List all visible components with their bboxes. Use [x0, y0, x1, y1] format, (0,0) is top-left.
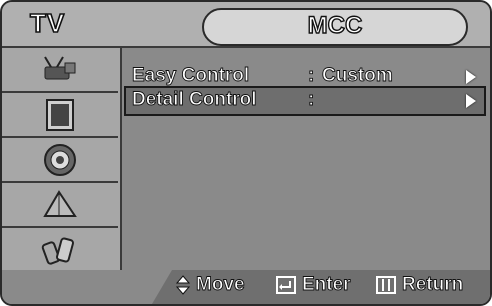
antenna-input-icon — [44, 55, 76, 79]
sidebar-item-channel[interactable] — [2, 183, 118, 228]
sidebar-item-setup[interactable] — [2, 228, 118, 271]
setup-tools-icon — [41, 236, 74, 265]
chevron-right-icon — [466, 70, 476, 84]
menu-item-detail-control[interactable]: Detail Control : — [124, 86, 486, 116]
menu-item-label: Detail Control — [132, 89, 257, 111]
menu-header: TV MCC — [2, 2, 490, 48]
speaker-sound-icon — [44, 143, 76, 176]
enter-icon — [276, 276, 296, 294]
picture-frame-icon — [46, 98, 74, 131]
sidebar-item-input[interactable] — [2, 48, 118, 93]
sidebar-item-sound[interactable] — [2, 138, 118, 183]
footer-return: Return — [376, 274, 464, 296]
tv-title: TV — [29, 7, 66, 39]
footer-enter-label: Enter — [302, 274, 351, 296]
channel-satellite-icon — [43, 189, 77, 217]
menu-item-value: Custom — [322, 65, 394, 87]
footer-move: Move — [176, 274, 245, 296]
tv-osd-screen: TV MCC Easy Control: Custom Detail Cont… — [0, 0, 492, 306]
chevron-right-icon — [466, 94, 476, 108]
up-down-arrow-icon — [176, 275, 190, 295]
footer-enter: Enter — [276, 274, 351, 296]
menu-item-separator: : — [308, 89, 315, 111]
mcc-title: MCC — [307, 11, 363, 39]
menu-content: Easy Control : Custom Detail Control : — [122, 48, 490, 270]
menu-item-separator: : — [308, 65, 315, 87]
return-icon — [376, 276, 396, 294]
footer-return-label: Return — [402, 274, 464, 296]
menu-item-label: Easy Control — [132, 65, 250, 87]
sidebar — [2, 48, 122, 270]
sidebar-item-picture[interactable] — [2, 93, 118, 138]
footer-move-label: Move — [196, 274, 245, 296]
footer-bar: Move Enter Return — [2, 270, 490, 304]
mcc-title-tab: MCC — [202, 8, 468, 46]
